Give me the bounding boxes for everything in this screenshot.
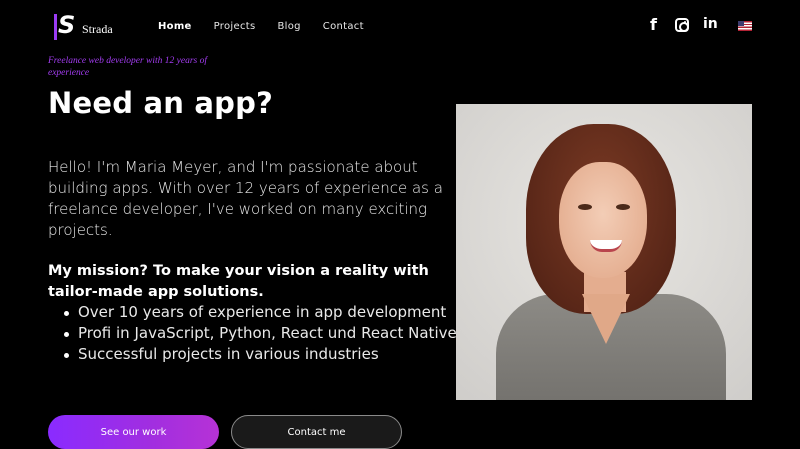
nav-home[interactable]: Home — [158, 21, 192, 32]
list-item: Successful projects in various industrie… — [62, 344, 457, 365]
hero-mission: My mission? To make your vision a realit… — [48, 263, 429, 300]
hero-tagline: Freelance web developer with 12 years of… — [48, 56, 207, 78]
see-our-work-button[interactable]: See our work — [48, 415, 219, 449]
hero-intro: Hello! I'm Maria Meyer, and I'm passiona… — [48, 158, 443, 239]
nav-contact[interactable]: Contact — [323, 21, 364, 32]
portrait-image — [456, 104, 752, 400]
brand-logo[interactable]: S Strada — [52, 11, 113, 40]
brand-name: Strada — [82, 21, 113, 36]
linkedin-icon[interactable]: in — [703, 16, 718, 32]
contact-me-button[interactable]: Contact me — [231, 415, 402, 449]
list-item: Profi in JavaScript, Python, React und R… — [62, 323, 457, 344]
hero-headline: Need an app? — [48, 86, 274, 120]
instagram-icon[interactable] — [675, 18, 689, 32]
nav-blog[interactable]: Blog — [277, 21, 300, 32]
list-item: Over 10 years of experience in app devel… — [62, 302, 457, 323]
us-flag-icon[interactable] — [738, 21, 752, 31]
nav-projects[interactable]: Projects — [214, 21, 256, 32]
facebook-icon[interactable]: f — [650, 15, 657, 34]
main-nav: Home Projects Blog Contact — [158, 21, 386, 32]
logo-mark-icon: S — [52, 11, 76, 40]
feature-list: Over 10 years of experience in app devel… — [62, 302, 457, 365]
